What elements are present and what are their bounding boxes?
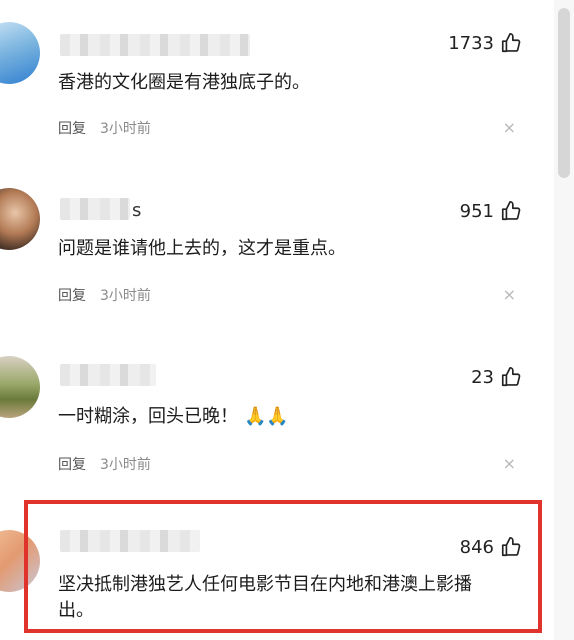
close-icon[interactable]: × — [503, 454, 516, 473]
like-count: 1733 — [448, 32, 494, 54]
like-count: 23 — [471, 366, 494, 388]
avatar[interactable] — [0, 22, 40, 84]
comment-meta: 回复 3小时前 — [58, 118, 151, 138]
close-icon[interactable]: × — [503, 285, 516, 304]
username-blurred[interactable] — [60, 198, 130, 220]
pray-emoji-icon: 🙏🙏 — [244, 406, 289, 427]
like-count: 951 — [459, 200, 494, 222]
avatar[interactable] — [0, 188, 40, 250]
like-button[interactable]: 951 — [460, 200, 522, 222]
comment-text: 问题是谁请他上去的，这才是重点。 — [58, 238, 346, 259]
username-blurred[interactable] — [60, 34, 250, 56]
reply-button[interactable]: 回复 — [58, 118, 86, 138]
thumbs-up-icon — [501, 201, 521, 221]
scrollbar-thumb[interactable] — [558, 8, 570, 178]
like-button[interactable]: 23 — [471, 366, 522, 388]
comment-item: 23 一时糊涂，回头已晚！ 🙏🙏 回复 3小时前 × — [0, 340, 556, 500]
comment-text-body: 一时糊涂，回头已晚！ — [58, 406, 238, 427]
like-button[interactable]: 1733 — [448, 32, 522, 54]
reply-button[interactable]: 回复 — [58, 285, 86, 305]
comment-item: s 951 问题是谁请他上去的，这才是重点。 回复 3小时前 × — [0, 170, 556, 330]
timestamp: 3小时前 — [100, 288, 151, 304]
thumbs-up-icon — [501, 367, 521, 387]
scrollbar[interactable] — [554, 0, 574, 640]
comment-meta: 回复 3小时前 — [58, 454, 151, 474]
highlight-box — [24, 500, 542, 633]
username-blurred[interactable] — [60, 364, 156, 386]
timestamp: 3小时前 — [100, 121, 151, 137]
comment-item: 1733 香港的文化圈是有港独底子的。 回复 3小时前 × — [0, 0, 556, 160]
comment-text: 一时糊涂，回头已晚！ 🙏🙏 — [58, 404, 289, 430]
username-suffix[interactable]: s — [132, 200, 141, 221]
thumbs-up-icon — [501, 33, 521, 53]
avatar[interactable] — [0, 356, 40, 418]
comment-meta: 回复 3小时前 — [58, 285, 151, 305]
timestamp: 3小时前 — [100, 457, 151, 473]
reply-button[interactable]: 回复 — [58, 454, 86, 474]
comment-text: 香港的文化圈是有港独底子的。 — [58, 72, 310, 93]
close-icon[interactable]: × — [503, 118, 516, 137]
